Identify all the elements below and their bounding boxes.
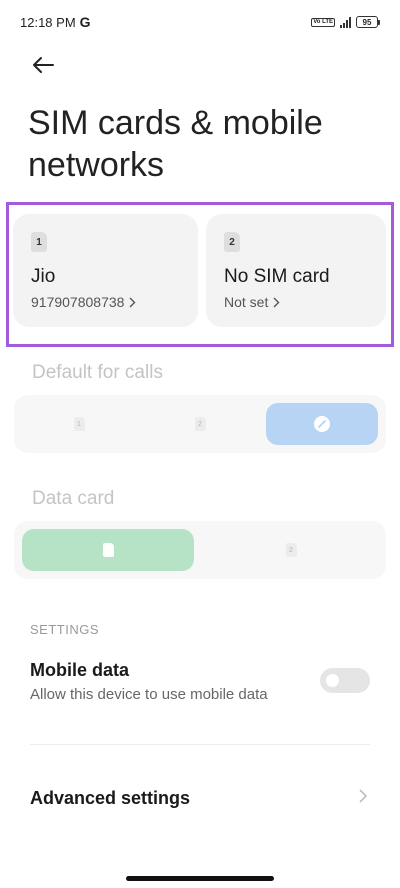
settings-header: SETTINGS [30,622,100,637]
sim-number-text: 917907808738 [31,294,125,310]
page-title: SIM cards & mobile networks [28,104,323,184]
signal-icon [340,16,351,28]
chevron-right-icon [129,297,136,307]
status-time: 12:18 PM [20,14,76,30]
calls-option-sim1[interactable]: 1 [24,403,134,445]
back-button[interactable] [26,50,60,80]
sim-name: No SIM card [224,266,330,287]
sim-status-text: Not set [224,294,269,310]
sim-badge-icon: 1 [102,543,114,557]
status-right: Vo LTE 95 [311,16,380,28]
sim-badge-icon: 2 [285,543,297,557]
divider [30,744,370,745]
calls-option-ask-every-time[interactable] [266,403,378,445]
chevron-right-icon [273,297,280,307]
calls-option-sim2[interactable]: 2 [145,403,255,445]
chevron-right-icon [359,789,368,803]
edit-pen-icon [314,416,330,432]
sim-badge-icon: 1 [73,417,85,431]
mobile-data-subtitle: Allow this device to use mobile data [30,686,268,703]
sim-card-2[interactable]: 2 No SIM card Not set [206,214,386,327]
sim-badge-icon: 2 [194,417,206,431]
advanced-settings-title: Advanced settings [30,788,191,808]
mobile-data-toggle[interactable] [320,668,370,693]
volte-icon: Vo LTE [311,17,335,27]
data-card-label: Data card [32,488,115,509]
data-option-sim1[interactable]: 1 [22,529,194,571]
sim-number: 917907808738 [31,294,180,310]
google-icon: G [79,14,91,30]
toggle-knob [326,674,339,687]
status-left: 12:18 PM G [20,14,91,30]
sim-badge-icon: 1 [31,232,47,252]
battery-icon: 95 [356,16,380,28]
data-card-selector: 1 2 [14,521,386,579]
default-calls-label: Default for calls [32,362,163,383]
status-bar: 12:18 PM G Vo LTE 95 [0,0,400,44]
mobile-data-title: Mobile data [30,660,130,680]
sim-name: Jio [31,266,56,287]
sim-status: Not set [224,294,368,310]
home-indicator[interactable] [126,876,274,881]
battery-level: 95 [356,16,378,28]
sim-card-1[interactable]: 1 Jio 917907808738 [13,214,198,327]
default-calls-selector: 1 2 [14,395,386,453]
sim-badge-icon: 2 [224,232,240,252]
data-option-sim2[interactable]: 2 [204,529,378,571]
back-arrow-icon [33,57,54,73]
